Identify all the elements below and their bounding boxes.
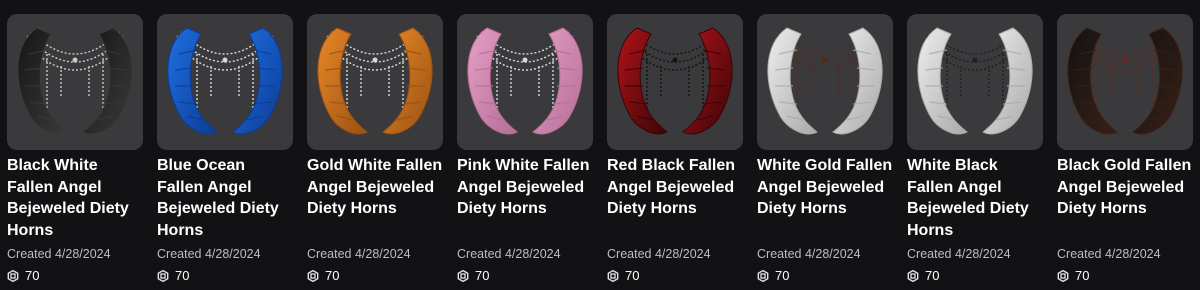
robux-icon xyxy=(907,269,919,283)
item-price: 70 xyxy=(757,269,895,283)
robux-icon xyxy=(1057,269,1069,283)
catalog-item-grid: Black White Fallen Angel Bejeweled Diety… xyxy=(0,0,1200,290)
item-thumbnail[interactable] xyxy=(7,14,143,150)
item-name[interactable]: Gold White Fallen Angel Bejeweled Diety … xyxy=(307,155,445,241)
horns-white-black-thumbnail xyxy=(917,27,1033,135)
item-price-value: 70 xyxy=(175,268,190,283)
item-name[interactable]: Black White Fallen Angel Bejeweled Diety… xyxy=(7,155,145,241)
item-thumbnail[interactable] xyxy=(457,14,593,150)
item-name[interactable]: Black Gold Fallen Angel Bejeweled Diety … xyxy=(1057,155,1195,241)
item-price-value: 70 xyxy=(325,268,340,283)
item-created-date: Created 4/28/2024 xyxy=(457,247,561,261)
item-thumbnail[interactable] xyxy=(307,14,443,150)
item-card[interactable]: Red Black Fallen Angel Bejeweled Diety H… xyxy=(607,14,745,284)
item-price: 70 xyxy=(457,269,595,283)
item-price-value: 70 xyxy=(625,268,640,283)
item-card[interactable]: Gold White Fallen Angel Bejeweled Diety … xyxy=(307,14,445,284)
robux-icon xyxy=(307,269,319,283)
horns-gold-white-thumbnail xyxy=(317,27,433,135)
item-card[interactable]: White Gold Fallen Angel Bejeweled Diety … xyxy=(757,14,895,284)
horns-blue-ocean-thumbnail xyxy=(167,27,283,135)
item-price-value: 70 xyxy=(1075,268,1090,283)
horns-black-white-thumbnail xyxy=(17,27,133,135)
robux-icon xyxy=(757,269,769,283)
item-name[interactable]: Pink White Fallen Angel Bejeweled Diety … xyxy=(457,155,595,241)
horns-black-gold-thumbnail xyxy=(1067,27,1183,135)
item-thumbnail[interactable] xyxy=(157,14,293,150)
item-card[interactable]: Pink White Fallen Angel Bejeweled Diety … xyxy=(457,14,595,284)
item-created-date: Created 4/28/2024 xyxy=(157,247,261,261)
item-thumbnail[interactable] xyxy=(907,14,1043,150)
item-name[interactable]: Blue Ocean Fallen Angel Bejeweled Diety … xyxy=(157,155,295,241)
item-created-date: Created 4/28/2024 xyxy=(1057,247,1161,261)
item-card[interactable]: Blue Ocean Fallen Angel Bejeweled Diety … xyxy=(157,14,295,284)
item-created-date: Created 4/28/2024 xyxy=(7,247,111,261)
item-created-date: Created 4/28/2024 xyxy=(607,247,711,261)
item-price: 70 xyxy=(7,269,145,283)
item-price-value: 70 xyxy=(925,268,940,283)
item-card[interactable]: Black Gold Fallen Angel Bejeweled Diety … xyxy=(1057,14,1195,284)
item-card[interactable]: Black White Fallen Angel Bejeweled Diety… xyxy=(7,14,145,284)
item-name[interactable]: Red Black Fallen Angel Bejeweled Diety H… xyxy=(607,155,745,241)
item-price: 70 xyxy=(1057,269,1195,283)
robux-icon xyxy=(607,269,619,283)
item-price: 70 xyxy=(157,269,295,283)
item-created-date: Created 4/28/2024 xyxy=(757,247,861,261)
robux-icon xyxy=(7,269,19,283)
item-card[interactable]: White Black Fallen Angel Bejeweled Diety… xyxy=(907,14,1045,284)
item-thumbnail[interactable] xyxy=(607,14,743,150)
horns-white-gold-thumbnail xyxy=(767,27,883,135)
item-name[interactable]: White Gold Fallen Angel Bejeweled Diety … xyxy=(757,155,895,241)
item-name[interactable]: White Black Fallen Angel Bejeweled Diety… xyxy=(907,155,1045,241)
item-thumbnail[interactable] xyxy=(1057,14,1193,150)
horns-red-black-thumbnail xyxy=(617,27,733,135)
item-price: 70 xyxy=(307,269,445,283)
item-price-value: 70 xyxy=(775,268,790,283)
item-price-value: 70 xyxy=(25,268,40,283)
item-price-value: 70 xyxy=(475,268,490,283)
item-price: 70 xyxy=(907,269,1045,283)
horns-pink-white-thumbnail xyxy=(467,27,583,135)
robux-icon xyxy=(457,269,469,283)
item-created-date: Created 4/28/2024 xyxy=(307,247,411,261)
item-created-date: Created 4/28/2024 xyxy=(907,247,1011,261)
item-price: 70 xyxy=(607,269,745,283)
robux-icon xyxy=(157,269,169,283)
item-thumbnail[interactable] xyxy=(757,14,893,150)
